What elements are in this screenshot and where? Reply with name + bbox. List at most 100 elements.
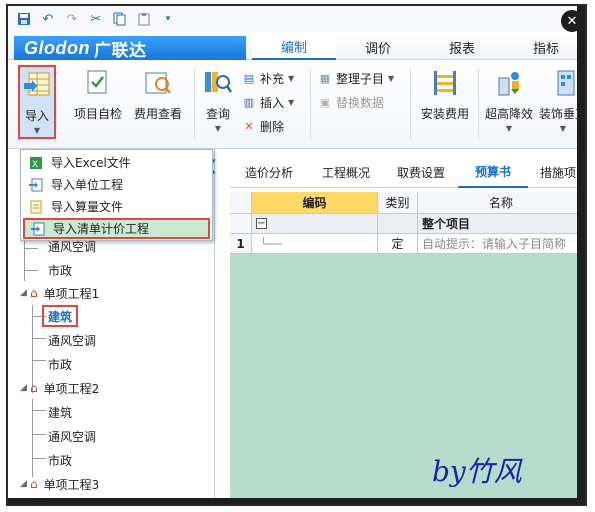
delete-icon: ✕ — [244, 119, 254, 133]
supplement-icon: ▤ — [243, 71, 255, 85]
content-tabs: 造价分析 工程概况 取费设置 预算书 措施项 — [230, 156, 585, 188]
house-icon: ⌂ — [30, 477, 38, 491]
table-row[interactable]: 1 └── 定 自动提示：请输入子目简称 — [230, 234, 585, 254]
tree-group-item[interactable]: ◢ ⌂ 单项工程1 — [20, 282, 99, 304]
menu-item-import-unit-project[interactable]: 导入单位工程 — [23, 174, 210, 195]
collapse-triangle-icon[interactable]: ◢ — [20, 288, 30, 298]
grid-header-row: 编码 类别 名称 — [230, 192, 585, 214]
app-window: ↶ ↷ ✂ ▾ ✕ Glodon 广联达 编制 调价 报表 指标 导入 ▼ 项目… — [6, 4, 587, 506]
grid-summary-row[interactable]: − 整个项目 — [230, 214, 585, 234]
fee-view-icon — [142, 67, 174, 99]
cut-icon[interactable]: ✂ — [88, 10, 104, 28]
replace-data-icon: ▣ — [319, 95, 331, 109]
bill-project-icon — [31, 222, 45, 236]
chevron-down-icon: ▼ — [288, 73, 295, 83]
tree-item[interactable]: 市政 — [48, 353, 72, 375]
chevron-down-icon: ▼ — [559, 124, 567, 133]
tree-item[interactable]: 通风空调 — [48, 425, 96, 447]
tab-indicators[interactable]: 指标 — [504, 34, 585, 60]
insert-icon: ▥ — [243, 95, 255, 109]
menu-tabs: 编制 调价 报表 指标 — [252, 34, 585, 60]
app-logo: Glodon 广联达 — [14, 36, 246, 60]
column-header-category[interactable]: 类别 — [378, 192, 418, 214]
grid-corner-cell — [230, 192, 252, 214]
install-fee-button[interactable]: 安装费用 — [416, 67, 474, 122]
query-button[interactable]: 查询 ▼ — [198, 67, 238, 133]
collapse-minus-icon[interactable]: − — [256, 218, 267, 229]
supplement-button[interactable]: ▤ 补充 ▼ — [242, 69, 294, 87]
menu-item-import-quantity-file[interactable]: 导入算量文件 — [23, 196, 210, 217]
tab-cost-analysis[interactable]: 造价分析 — [230, 156, 308, 188]
install-fee-icon — [429, 67, 461, 99]
save-icon[interactable] — [16, 10, 32, 28]
tree-item[interactable]: 市政 — [48, 259, 72, 281]
chevron-down-icon: ▼ — [214, 124, 222, 133]
budget-grid: 编码 类别 名称 − 整个项目 1 └── 定 自动提示：请输入子目简称 — [230, 192, 585, 504]
tree-item[interactable]: 建筑 — [48, 401, 72, 423]
organize-icon: ▦ — [319, 71, 331, 85]
decoration-icon — [547, 67, 579, 99]
ribbon-separator — [410, 69, 411, 139]
expand-toggle-cell[interactable]: − — [252, 214, 378, 234]
dropdown-arrow-icon[interactable]: ▾ — [160, 10, 176, 28]
collapse-triangle-icon[interactable]: ◢ — [20, 479, 30, 489]
house-icon: ⌂ — [30, 286, 38, 300]
menu-item-import-excel[interactable]: X 导入Excel文件 — [23, 152, 210, 173]
collapse-triangle-icon[interactable]: ◢ — [20, 383, 30, 393]
house-icon: ⌂ — [30, 381, 38, 395]
copy-icon[interactable] — [112, 10, 128, 28]
chevron-down-icon: ▼ — [288, 97, 295, 107]
organize-subitems-button[interactable]: ▦ 整理子目 ▼ — [318, 69, 394, 87]
tree-item[interactable]: 市政 — [48, 449, 72, 471]
query-icon — [202, 67, 234, 99]
window-edge — [8, 498, 585, 504]
code-cell[interactable]: └── — [252, 234, 378, 254]
super-high-reduction-button[interactable]: 超高降效 ▼ — [482, 67, 536, 133]
svg-text:X: X — [32, 160, 38, 170]
import-button[interactable]: 导入 ▼ — [18, 65, 56, 139]
tab-project-overview[interactable]: 工程概况 — [308, 156, 384, 188]
tree-group-item[interactable]: ◢ ⌂ 单项工程3 — [20, 473, 99, 495]
ribbon-separator — [310, 69, 311, 139]
row-number-cell: 1 — [230, 234, 252, 254]
menu-item-import-bill-pricing-project[interactable]: 导入清单计价工程 — [23, 218, 210, 239]
redo-icon[interactable]: ↷ — [64, 10, 80, 28]
tab-budget-book[interactable]: 预算书 — [458, 156, 528, 188]
signature-text: by竹风 — [432, 455, 522, 488]
ribbon-separator — [194, 69, 195, 139]
excel-icon: X — [29, 156, 43, 170]
tab-reports[interactable]: 报表 — [420, 34, 504, 60]
tree-group-item[interactable]: ◢ ⌂ 单项工程2 — [20, 377, 99, 399]
unit-project-icon — [29, 178, 43, 192]
ribbon-separator — [478, 69, 479, 139]
tab-fee-settings[interactable]: 取费设置 — [384, 156, 458, 188]
tree-item[interactable]: 通风空调 — [48, 329, 96, 351]
category-cell[interactable]: 定 — [378, 234, 418, 254]
tab-edit[interactable]: 编制 — [252, 34, 336, 60]
tab-price-adjust[interactable]: 调价 — [336, 34, 420, 60]
column-header-name[interactable]: 名称 — [418, 192, 585, 214]
organize-group: ▦ 整理子目 ▼ ▣ 替换数据 — [318, 69, 394, 111]
column-header-code[interactable]: 编码 — [252, 192, 378, 214]
name-cell[interactable]: 自动提示：请输入子目简称 — [418, 234, 585, 254]
insert-button[interactable]: ▥ 插入 ▼ — [242, 93, 294, 111]
undo-icon[interactable]: ↶ — [40, 10, 56, 28]
delete-button[interactable]: ✕ 删除 — [242, 117, 294, 135]
chevron-down-icon: ▼ — [33, 126, 41, 135]
quantity-file-icon — [29, 200, 43, 214]
super-high-icon — [493, 67, 525, 99]
replace-data-button[interactable]: ▣ 替换数据 — [318, 93, 394, 111]
paste-icon[interactable] — [136, 10, 152, 28]
project-check-icon — [82, 67, 114, 99]
edit-actions-group: ▤ 补充 ▼ ▥ 插入 ▼ ✕ 删除 — [242, 69, 294, 135]
summary-name-cell: 整个项目 — [418, 214, 585, 234]
import-icon — [21, 69, 53, 101]
tree-item-selected[interactable]: 建筑 — [42, 305, 79, 327]
quick-access-toolbar: ↶ ↷ ✂ ▾ — [8, 6, 585, 32]
chevron-down-icon: ▼ — [388, 73, 395, 83]
fee-view-button[interactable]: 费用查看 — [128, 67, 188, 122]
summary-category-cell — [378, 214, 418, 234]
project-check-button[interactable]: 项目自检 — [70, 67, 126, 122]
chevron-down-icon: ▼ — [505, 124, 513, 133]
window-edge — [577, 6, 585, 504]
